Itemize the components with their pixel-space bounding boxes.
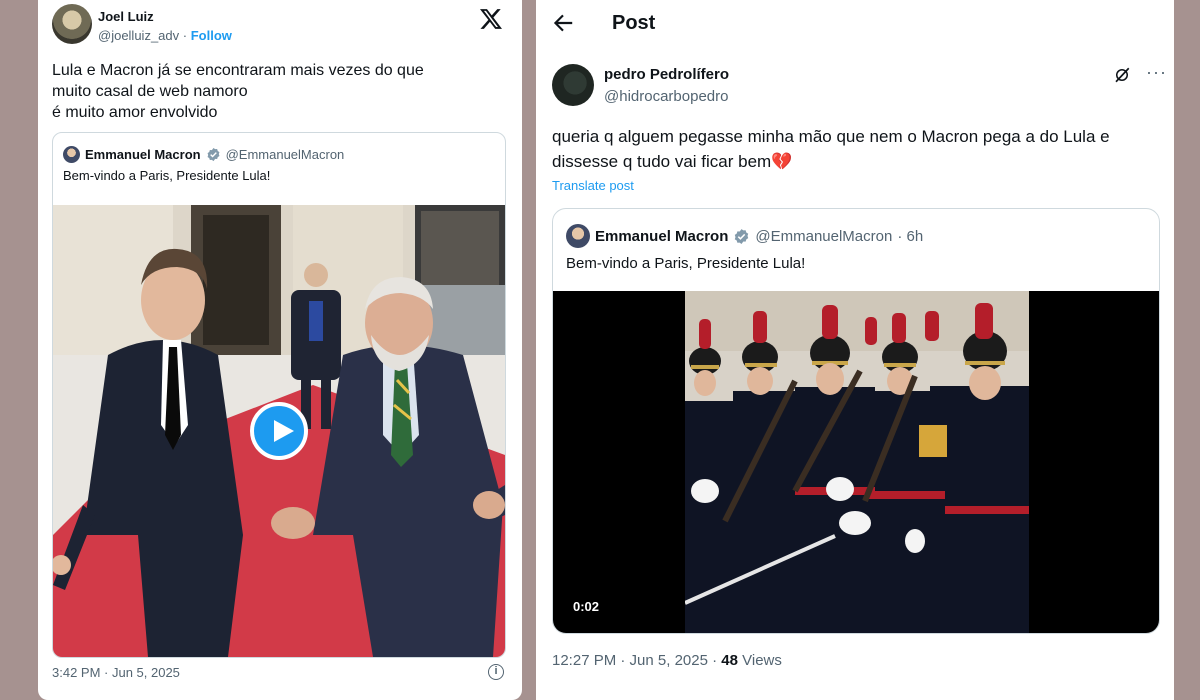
quoted-post-header: Emmanuel Macron @EmmanuelMacron · 6h — [566, 224, 923, 248]
views-label: Views — [742, 652, 782, 669]
quoted-author-handle: @EmmanuelMacron — [755, 227, 893, 245]
quoted-post[interactable]: Emmanuel Macron @EmmanuelMacron · 6h Bem… — [552, 208, 1160, 634]
post-page: Post pedro Pedrolífero @hidrocarbopedro … — [536, 0, 1174, 700]
verified-badge-icon — [735, 228, 749, 244]
timestamp[interactable]: 12:27 PM · Jun 5, 2025 · — [552, 652, 717, 669]
quoted-tweet-text: Bem-vindo a Paris, Presidente Lula! — [63, 168, 271, 183]
quoted-tweet-header: Emmanuel Macron @EmmanuelMacron — [63, 145, 344, 163]
tweet-footer: 3:42 PM · Jun 5, 2025 i — [52, 664, 508, 680]
video-duration: 0:02 — [567, 597, 606, 616]
avatar — [63, 145, 80, 163]
more-options-icon[interactable]: ··· — [1146, 62, 1167, 83]
grok-icon[interactable] — [1113, 66, 1131, 84]
post-footer: 12:27 PM · Jun 5, 2025 · 48 Views — [552, 652, 782, 669]
embedded-tweet-card: Joel Luiz @joelluiz_adv · Follow Lula e … — [38, 0, 522, 700]
video-thumbnail[interactable] — [53, 205, 505, 657]
follow-button[interactable]: Follow — [191, 28, 232, 43]
views-count: 48 — [721, 652, 738, 669]
avatar[interactable] — [52, 4, 92, 44]
author-meta: @joelluiz_adv · Follow — [98, 28, 232, 43]
post-text: queria q alguem pegasse minha mão que ne… — [552, 127, 1110, 171]
verified-badge-icon — [207, 147, 220, 161]
avatar — [566, 224, 590, 248]
meta-separator: · — [182, 28, 188, 43]
x-logo-icon[interactable] — [480, 8, 502, 30]
video-frame-illustration — [685, 291, 1029, 633]
info-icon[interactable]: i — [488, 664, 504, 680]
author-handle[interactable]: @joelluiz_adv — [98, 28, 179, 43]
video-player[interactable]: 0:02 — [553, 291, 1159, 633]
translate-post-link[interactable]: Translate post — [552, 178, 634, 193]
author-name[interactable]: Joel Luiz — [98, 9, 154, 24]
quoted-author-name: Emmanuel Macron — [595, 227, 729, 245]
avatar[interactable] — [552, 64, 594, 106]
quoted-post-text: Bem-vindo a Paris, Presidente Lula! — [566, 255, 806, 272]
quoted-author-handle: @EmmanuelMacron — [225, 146, 345, 162]
quoted-post-time: · 6h — [897, 227, 924, 245]
tweet-text: Lula e Macron já se encontraram mais vez… — [52, 62, 424, 121]
author-handle[interactable]: @hidrocarbopedro — [604, 88, 728, 105]
quoted-author-name: Emmanuel Macron — [85, 146, 201, 162]
tweet-header: Joel Luiz @joelluiz_adv · Follow — [52, 4, 508, 48]
page-title: Post — [612, 12, 656, 34]
timestamp[interactable]: 3:42 PM · Jun 5, 2025 — [52, 665, 180, 680]
play-button[interactable] — [250, 402, 308, 460]
author-name[interactable]: pedro Pedrolífero — [604, 66, 729, 83]
back-arrow-icon[interactable] — [550, 10, 576, 36]
quoted-tweet[interactable]: Emmanuel Macron @EmmanuelMacron Bem-vind… — [52, 132, 506, 658]
